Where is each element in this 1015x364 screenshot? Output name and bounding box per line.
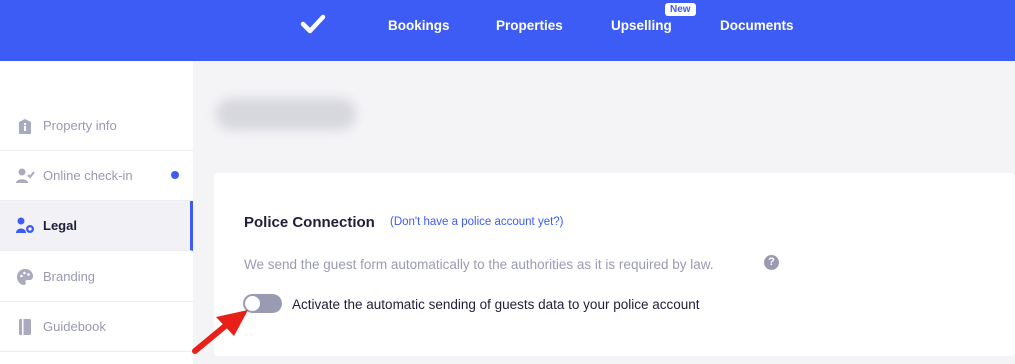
nav-properties[interactable]: Properties (496, 18, 563, 33)
user-check-icon (16, 168, 35, 183)
sidebar-item-label: Guidebook (43, 319, 106, 334)
sidebar-item-guidebook[interactable]: Guidebook (0, 302, 193, 352)
notification-dot (171, 171, 179, 179)
toggle-label: Activate the automatic sending of guests… (292, 297, 700, 312)
sidebar-item-legal[interactable]: Legal (0, 201, 193, 251)
palette-icon (17, 269, 33, 285)
legal-icon (16, 217, 34, 233)
sidebar-item-label: Property info (43, 118, 117, 133)
blurred-page-title (216, 98, 356, 130)
sidebar-item-online-check-in[interactable]: Online check-in (0, 151, 193, 201)
sidebar-item-property-info[interactable]: Property info (0, 101, 193, 151)
card-title: Police Connection (244, 214, 375, 231)
card-description: We send the guest form automatically to … (244, 257, 714, 272)
sidebar-item-label: Branding (43, 269, 96, 284)
police-connection-card: Police Connection (Don't have a police a… (214, 173, 1015, 356)
sidebar: Property info Online check-in Legal Bran… (0, 61, 193, 364)
sidebar-item-label: Online check-in (43, 168, 133, 183)
building-icon (19, 119, 31, 134)
nav-upselling[interactable]: Upselling (611, 18, 672, 33)
annotation-arrow-icon (192, 310, 248, 354)
sidebar-item-label: Legal (43, 218, 77, 233)
nav-documents[interactable]: Documents (720, 18, 794, 33)
nav-bookings[interactable]: Bookings (388, 18, 450, 33)
police-account-link[interactable]: (Don't have a police account yet?) (390, 216, 564, 228)
help-icon[interactable]: ? (764, 255, 779, 270)
sidebar-item-branding[interactable]: Branding (0, 252, 193, 302)
checkmark-icon[interactable] (300, 12, 326, 36)
top-navigation: Bookings Properties Upselling New Docume… (0, 0, 1015, 61)
new-badge: New (665, 3, 696, 16)
book-icon (19, 319, 31, 335)
